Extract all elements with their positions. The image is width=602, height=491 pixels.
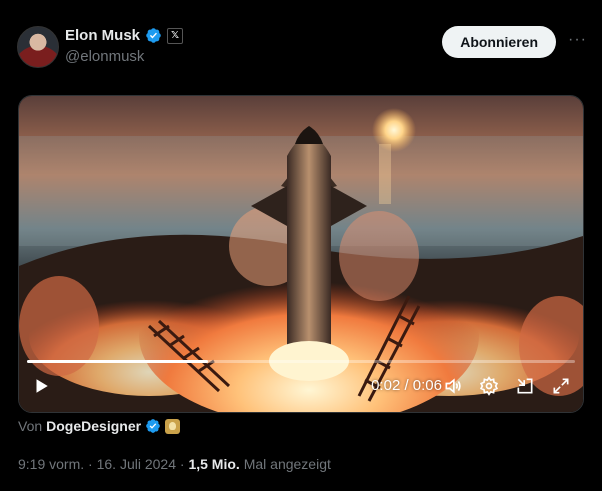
avatar[interactable] bbox=[17, 26, 59, 68]
fullscreen-icon[interactable] bbox=[549, 372, 573, 400]
meta-separator: · bbox=[179, 456, 185, 472]
play-icon[interactable] bbox=[29, 372, 53, 400]
author-name-row: Elon Musk 𝕏 bbox=[65, 27, 184, 44]
video-player[interactable]: 0:02 / 0:06 bbox=[18, 95, 584, 413]
x-affiliation-badge-icon: 𝕏 bbox=[167, 27, 184, 44]
picture-in-picture-icon[interactable] bbox=[513, 372, 537, 400]
post-time-link[interactable]: 9:19 vorm. bbox=[18, 456, 84, 472]
volume-icon[interactable] bbox=[441, 372, 465, 400]
view-count-label: Mal angezeigt bbox=[243, 456, 331, 472]
follow-button[interactable]: Abonnieren bbox=[442, 26, 556, 58]
video-progress-fill bbox=[27, 360, 208, 363]
post-date-link[interactable]: 16. Juli 2024 bbox=[97, 456, 176, 472]
post-metadata: 9:19 vorm. · 16. Juli 2024 · 1,5 Mio. Ma… bbox=[18, 456, 331, 472]
settings-gear-icon[interactable] bbox=[477, 372, 501, 400]
media-attribution: Von DogeDesigner bbox=[18, 418, 181, 434]
post-header: Elon Musk 𝕏 @elonmusk Abonnieren ··· bbox=[17, 24, 588, 68]
author-handle[interactable]: @elonmusk bbox=[65, 48, 144, 65]
attribution-author-link[interactable]: DogeDesigner bbox=[46, 418, 141, 434]
video-controls: 0:02 / 0:06 bbox=[19, 372, 583, 408]
video-time-display: 0:02 / 0:06 bbox=[371, 377, 442, 394]
verified-badge-icon bbox=[146, 28, 161, 43]
attribution-prefix: Von bbox=[18, 418, 43, 434]
video-progress-bar[interactable] bbox=[27, 360, 575, 363]
view-count[interactable]: 1,5 Mio. bbox=[188, 456, 239, 472]
author-display-name[interactable]: Elon Musk bbox=[65, 27, 140, 44]
doge-affiliation-badge-icon bbox=[165, 418, 181, 434]
meta-separator: · bbox=[88, 456, 93, 472]
verified-badge-icon bbox=[146, 419, 160, 433]
launch-video-frame bbox=[19, 96, 583, 412]
more-options-icon[interactable]: ··· bbox=[568, 30, 588, 50]
